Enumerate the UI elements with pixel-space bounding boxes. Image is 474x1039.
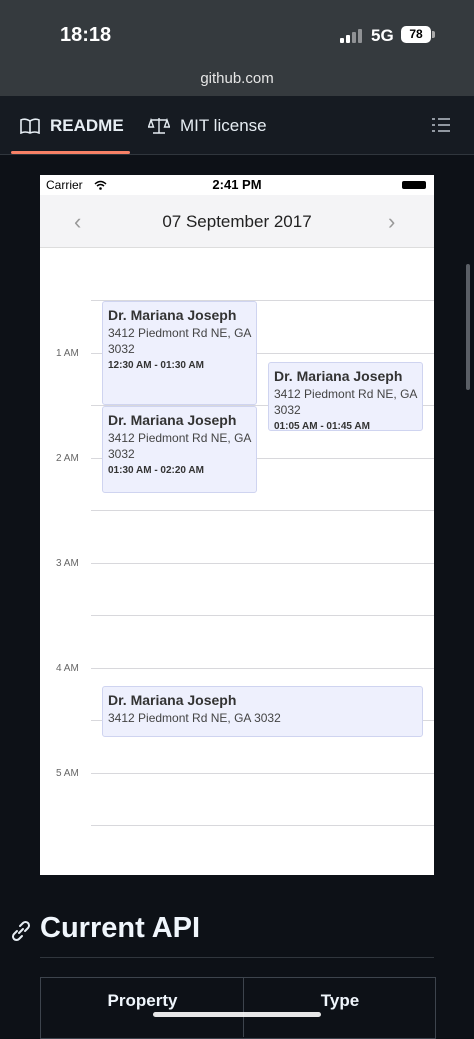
calendar-date: 07 September 2017 bbox=[162, 212, 312, 231]
chevron-right-icon: › bbox=[388, 209, 396, 234]
event-time: 01:30 AM - 02:20 AM bbox=[108, 465, 204, 476]
scrollbar[interactable] bbox=[466, 264, 470, 390]
event-address: 3412 Piedmont Rd NE, GA 3032 bbox=[108, 711, 281, 725]
embedded-time: 2:41 PM bbox=[212, 177, 262, 192]
event-time: 12:30 AM - 01:30 AM bbox=[108, 360, 204, 371]
url-text[interactable]: github.com bbox=[0, 70, 474, 87]
signal-icon bbox=[340, 27, 364, 43]
battery-icon: 78 bbox=[401, 26, 431, 43]
hour-line bbox=[91, 773, 434, 774]
calendar-event: Dr. Mariana Joseph 3412 Piedmont Rd NE, … bbox=[102, 686, 423, 737]
event-address: 3412 Piedmont Rd NE, GA 3032 bbox=[108, 431, 251, 461]
column-divider bbox=[243, 977, 244, 1037]
hour-line bbox=[91, 668, 434, 669]
book-icon bbox=[20, 118, 40, 134]
event-address: 3412 Piedmont Rd NE, GA 3032 bbox=[274, 387, 417, 417]
hour-label: 4 AM bbox=[56, 663, 79, 674]
calendar-event: Dr. Mariana Joseph 3412 Piedmont Rd NE, … bbox=[268, 362, 423, 431]
heading-divider bbox=[40, 957, 434, 958]
column-header-property: Property bbox=[107, 991, 178, 1010]
calendar-header: ‹ 07 September 2017 › bbox=[40, 195, 434, 248]
event-time: 01:05 AM - 01:45 AM bbox=[274, 421, 370, 431]
tab-readme[interactable]: README bbox=[20, 116, 124, 136]
calendar-event: Dr. Mariana Joseph 3412 Piedmont Rd NE, … bbox=[102, 301, 257, 405]
event-title: Dr. Mariana Joseph bbox=[108, 412, 237, 428]
home-indicator[interactable] bbox=[153, 1012, 321, 1017]
column-header-type: Type bbox=[320, 991, 360, 1010]
half-hour-line bbox=[91, 825, 434, 826]
event-title: Dr. Mariana Joseph bbox=[108, 692, 237, 708]
tab-license[interactable]: MIT license bbox=[148, 116, 267, 136]
tab-license-label: MIT license bbox=[180, 116, 267, 135]
half-hour-line bbox=[91, 615, 434, 616]
section-heading: Current API bbox=[40, 912, 201, 944]
active-tab-indicator bbox=[11, 151, 130, 154]
hour-label: 2 AM bbox=[56, 453, 79, 464]
status-time: 18:18 bbox=[60, 24, 112, 46]
event-title: Dr. Mariana Joseph bbox=[108, 307, 237, 323]
hour-label: 3 AM bbox=[56, 558, 79, 569]
embedded-battery-icon bbox=[402, 181, 426, 189]
network-type: 5G bbox=[371, 26, 394, 45]
list-icon[interactable] bbox=[432, 116, 452, 134]
readme-screenshot: Carrier 2:41 PM ‹ 07 September 2017 › 1 … bbox=[40, 175, 434, 875]
battery-cap bbox=[432, 31, 435, 38]
embedded-status-bar: Carrier 2:41 PM bbox=[40, 175, 434, 195]
link-icon[interactable] bbox=[10, 920, 32, 942]
law-icon bbox=[148, 117, 170, 134]
tab-readme-label: README bbox=[50, 116, 124, 135]
hour-label: 1 AM bbox=[56, 348, 79, 359]
event-title: Dr. Mariana Joseph bbox=[274, 368, 403, 384]
file-tabs: README MIT license bbox=[0, 96, 474, 155]
hour-label: 5 AM bbox=[56, 768, 79, 779]
half-hour-line bbox=[91, 510, 434, 511]
api-table: Property Type bbox=[40, 977, 436, 1039]
hour-line bbox=[91, 563, 434, 564]
calendar-event: Dr. Mariana Joseph 3412 Piedmont Rd NE, … bbox=[102, 406, 257, 493]
event-address: 3412 Piedmont Rd NE, GA 3032 bbox=[108, 326, 251, 356]
